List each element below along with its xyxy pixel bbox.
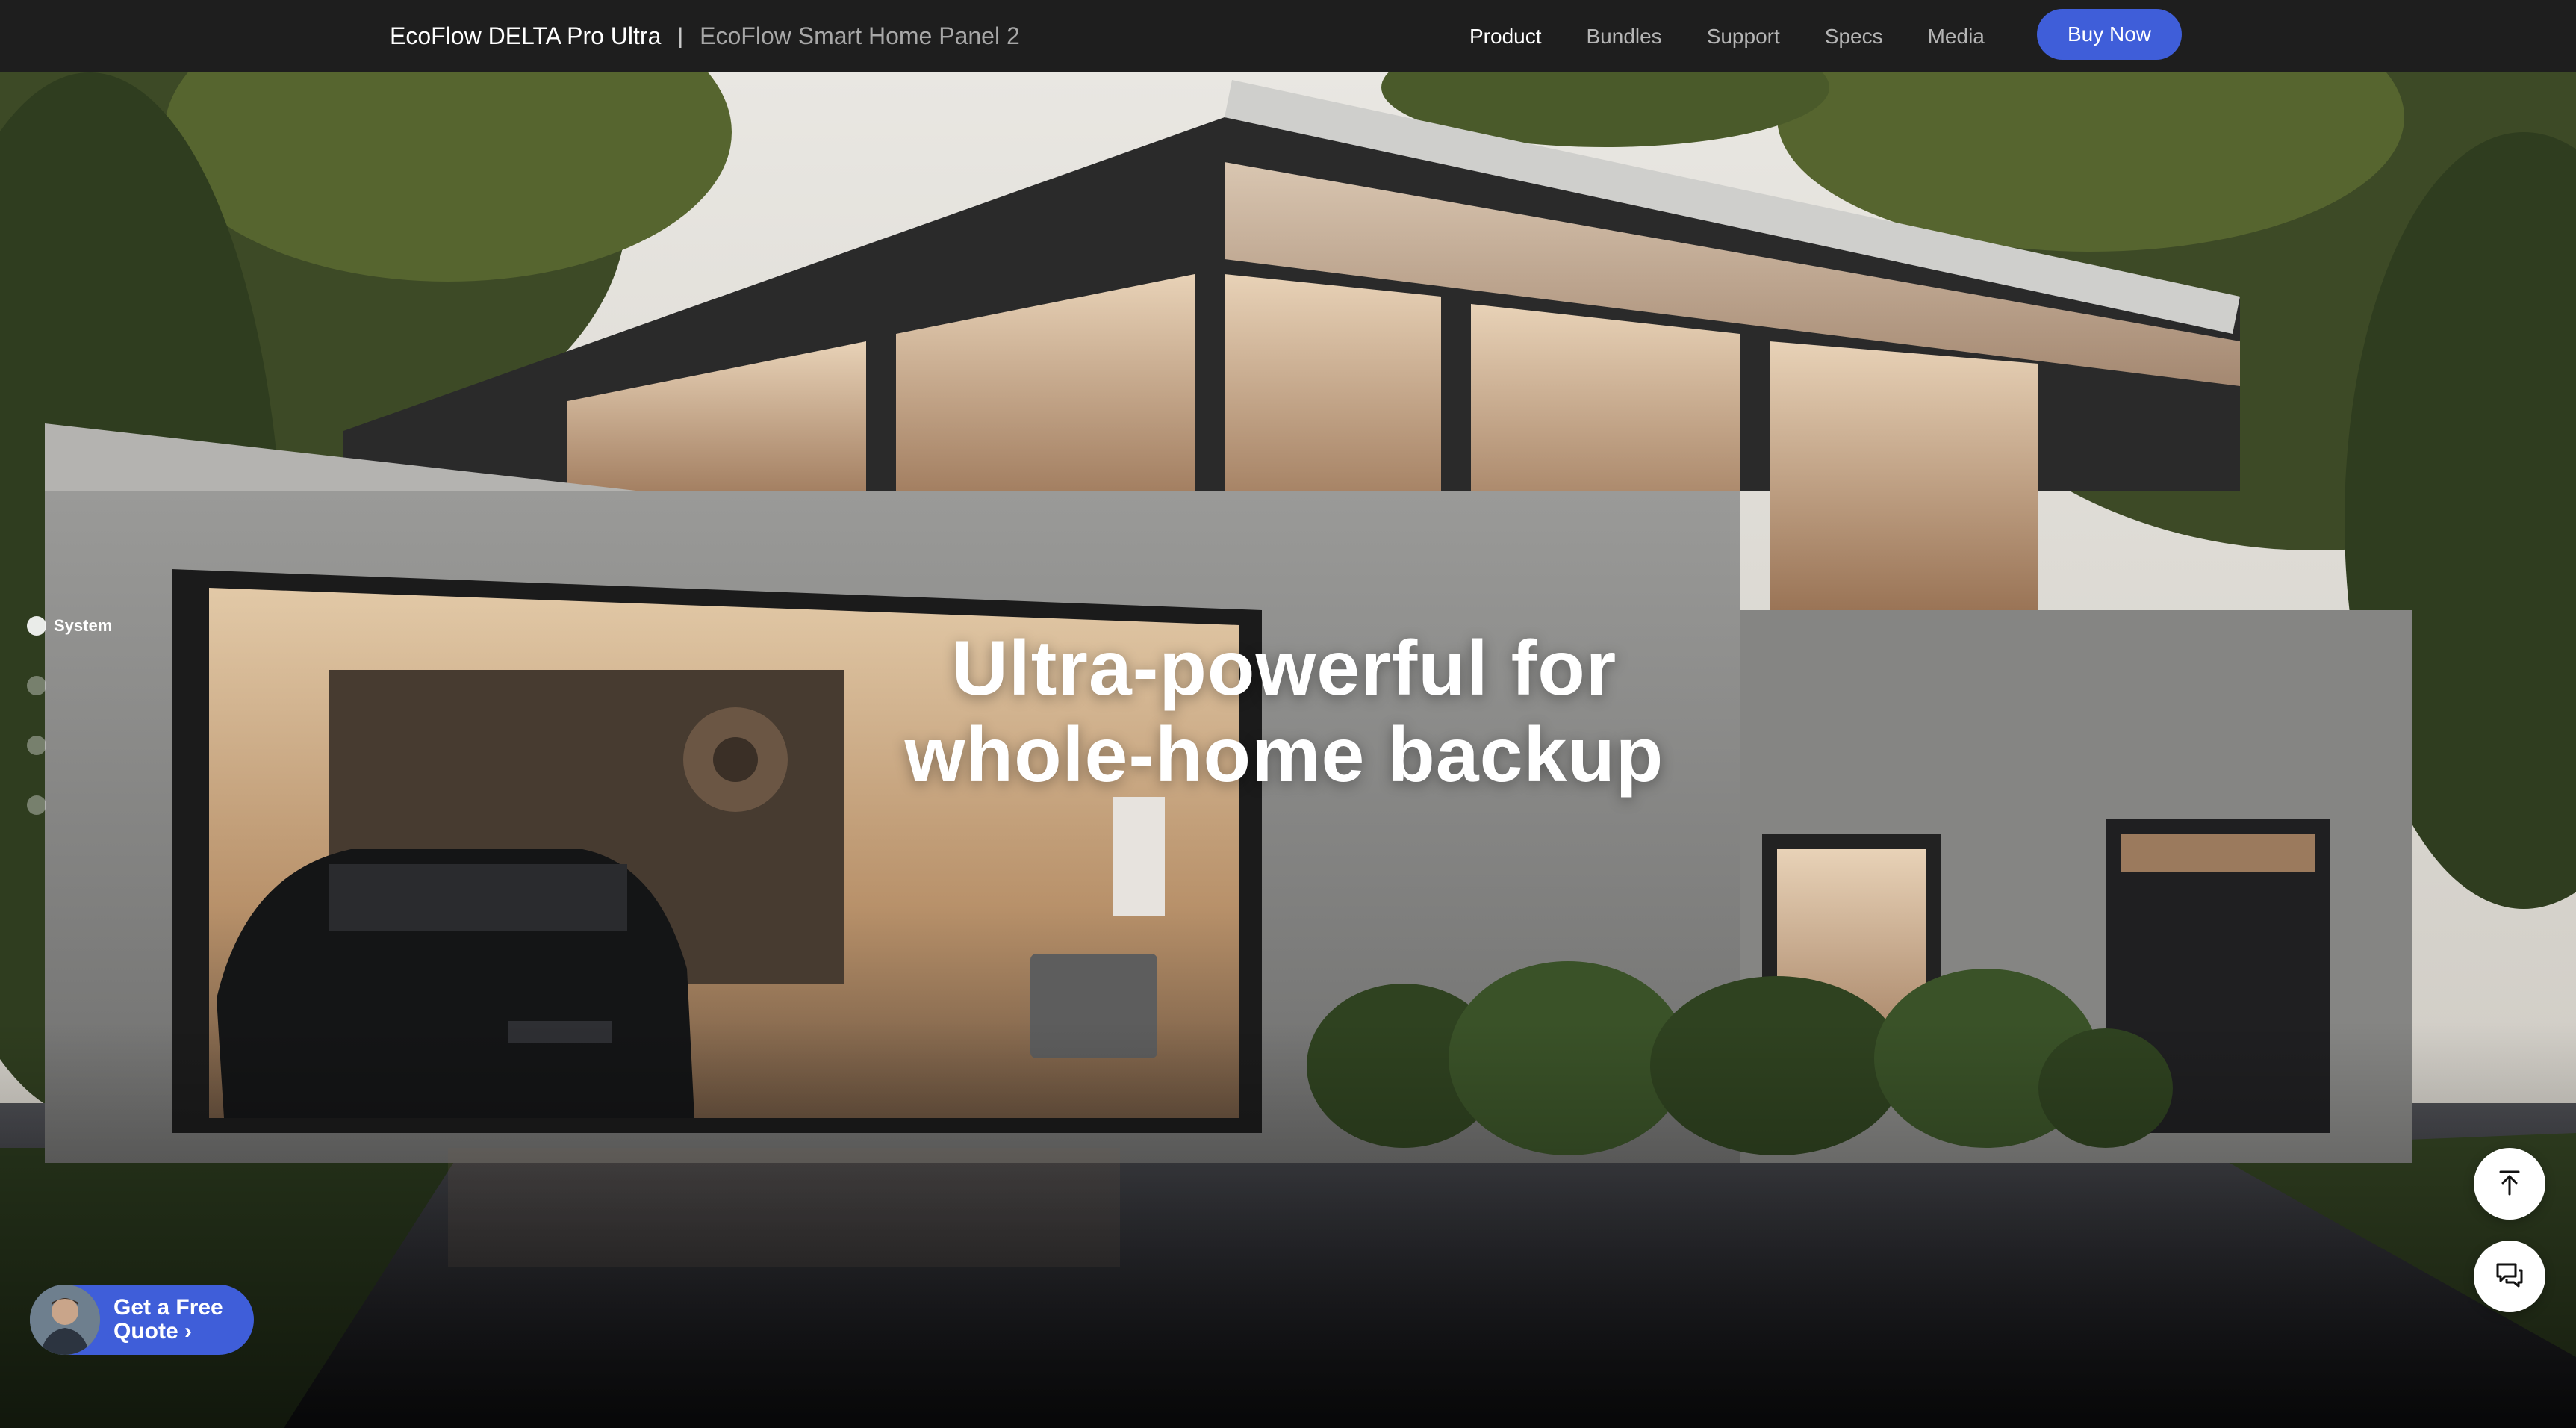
sub-brand-link[interactable]: EcoFlow Smart Home Panel 2 <box>700 22 1020 50</box>
section-dot[interactable] <box>27 676 46 695</box>
nav-link-support[interactable]: Support <box>1707 25 1780 49</box>
section-dot-active[interactable] <box>27 616 46 636</box>
section-dot-nav: System <box>27 612 112 851</box>
hero-headline: Ultra-powerful for whole-home backup <box>747 625 1822 798</box>
back-to-top-icon <box>2495 1167 2524 1201</box>
chat-icon <box>2493 1258 2526 1295</box>
chat-button[interactable] <box>2474 1241 2545 1312</box>
quote-line-2: Quote <box>113 1319 178 1344</box>
nav-link-bundles[interactable]: Bundles <box>1587 25 1662 49</box>
consultant-avatar <box>30 1285 100 1355</box>
top-nav: EcoFlow DELTA Pro Ultra | EcoFlow Smart … <box>0 0 2576 72</box>
buy-now-button[interactable]: Buy Now <box>2037 9 2182 60</box>
section-nav-item[interactable] <box>27 792 112 819</box>
section-nav-item[interactable] <box>27 672 112 699</box>
section-nav-item[interactable] <box>27 732 112 759</box>
quote-text: Get a Free Quote › <box>113 1296 223 1344</box>
back-to-top-button[interactable] <box>2474 1148 2545 1220</box>
get-free-quote-button[interactable]: Get a Free Quote › <box>30 1285 254 1355</box>
nav-link-product[interactable]: Product <box>1469 25 1542 49</box>
brand-separator: | <box>677 23 684 49</box>
nav-link-specs[interactable]: Specs <box>1825 25 1883 49</box>
nav-link-media[interactable]: Media <box>1928 25 1985 49</box>
nav-links: Product Bundles Support Specs Media <box>1469 0 2029 72</box>
brand-link[interactable]: EcoFlow DELTA Pro Ultra <box>390 22 661 50</box>
hero-section: Ultra-powerful for whole-home backup <box>0 72 2576 1428</box>
headline-line-2: whole-home backup <box>904 712 1664 798</box>
section-dot[interactable] <box>27 795 46 815</box>
section-nav-label: System <box>54 616 113 635</box>
section-nav-item-system[interactable]: System <box>27 612 112 639</box>
chevron-right-icon: › <box>184 1319 193 1344</box>
section-dot[interactable] <box>27 736 46 755</box>
quote-line-1: Get a Free <box>113 1295 223 1320</box>
headline-line-1: Ultra-powerful for <box>951 625 1617 712</box>
brand-group: EcoFlow DELTA Pro Ultra | EcoFlow Smart … <box>390 0 1020 72</box>
